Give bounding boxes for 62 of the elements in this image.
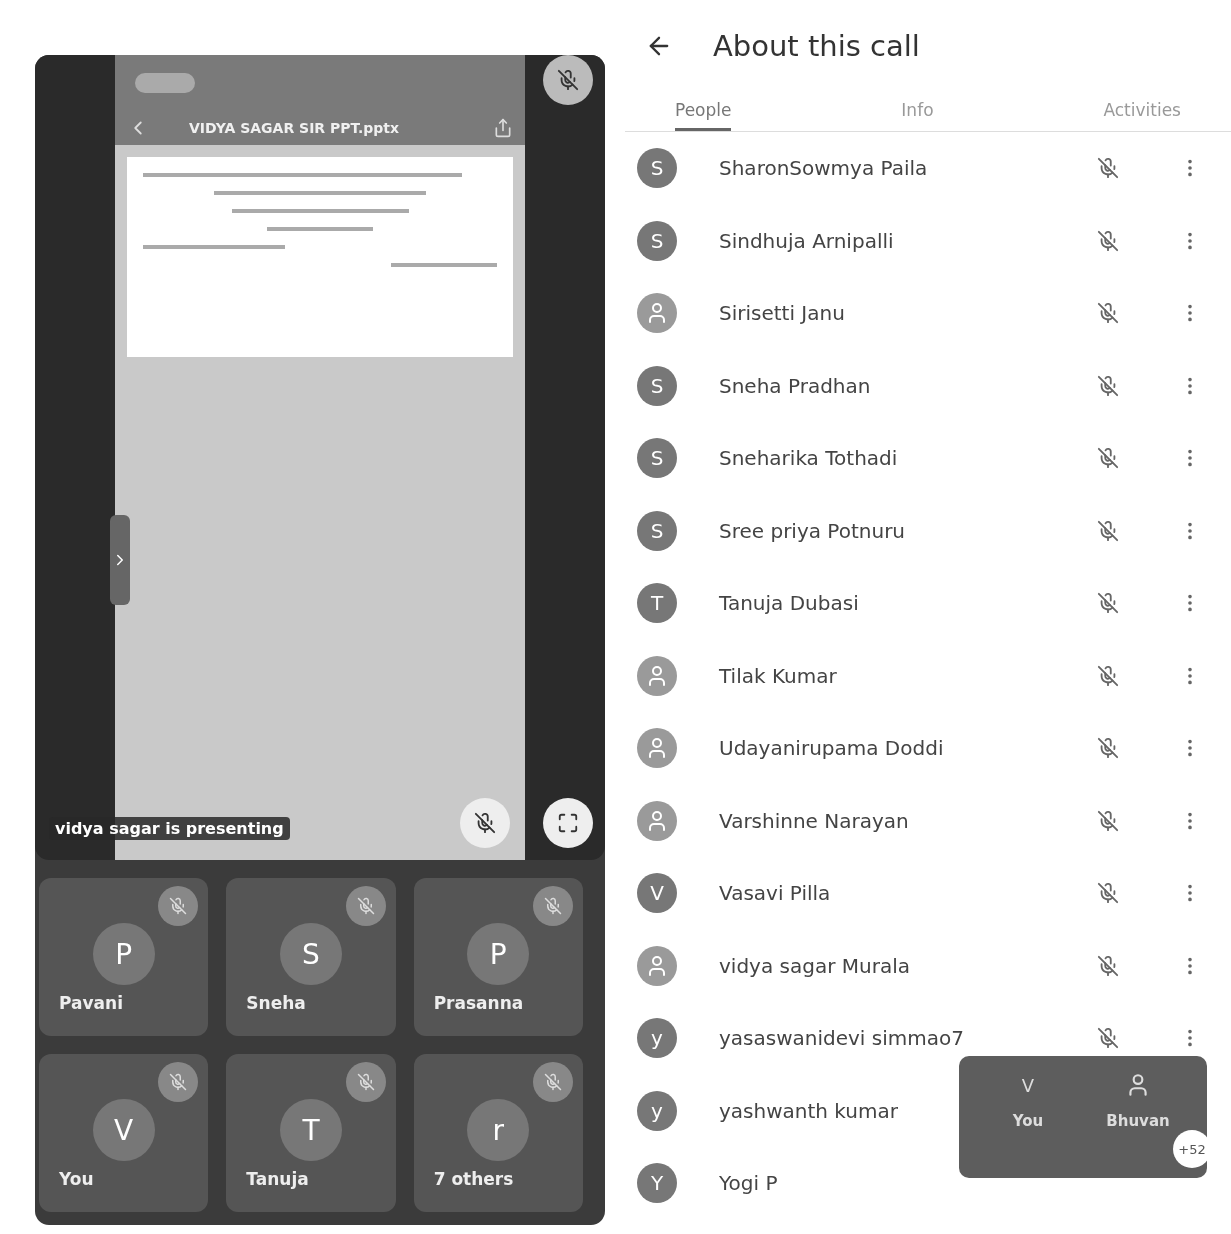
participant-name: Sneha	[246, 993, 306, 1013]
participant-name: Sirisetti Janu	[719, 301, 845, 326]
participant-name: Tilak Kumar	[719, 663, 837, 688]
avatar-initial: S	[637, 438, 677, 479]
avatar-initial: r	[467, 1099, 530, 1161]
participant-name: You	[59, 1169, 94, 1189]
mic-off-icon	[557, 69, 579, 91]
participant-tile[interactable]: r 7 others	[413, 1054, 583, 1212]
participant-name: Sneharika Tothadi	[719, 446, 898, 471]
time-pill	[135, 72, 195, 93]
participant-name: Yogi P	[719, 1171, 778, 1196]
share-icon[interactable]	[493, 117, 513, 138]
file-title: VIDYA SAGAR SIR PPT.pptx	[189, 119, 401, 136]
page-title: About this call	[713, 29, 920, 63]
participant-name: SharonSowmya Paila	[719, 156, 928, 181]
avatar-initial: T	[637, 583, 677, 624]
fullscreen-icon	[557, 812, 579, 834]
participant-tile[interactable]: T Tanuja	[226, 1054, 396, 1212]
participant-tile[interactable]: V You	[39, 1054, 209, 1212]
avatar-initial: V	[92, 1099, 155, 1161]
tab[interactable]: People	[675, 100, 732, 131]
avatar-initial: Y	[637, 1163, 677, 1204]
participant-tile[interactable]: S Sneha	[226, 878, 396, 1036]
fullscreen-button[interactable]	[543, 798, 593, 848]
participant-name: Sneha Pradhan	[719, 373, 871, 398]
participant-name: Udayanirupama Doddi	[719, 736, 944, 761]
mic-off-icon	[474, 812, 496, 834]
avatar-initial: y	[637, 1090, 677, 1131]
participant-name: yashwanth kumar	[719, 1098, 898, 1123]
participant-name: Tanuja Dubasi	[719, 591, 859, 616]
avatar-initial: S	[280, 923, 342, 985]
participant-name: You	[1012, 1112, 1044, 1130]
avatar-initial: P	[92, 923, 155, 985]
participant-name: Tanuja	[246, 1169, 309, 1189]
participant-name: Prasanna	[433, 993, 524, 1013]
participant-name: Sindhuja Arnipalli	[719, 228, 894, 253]
participant-name: 7 others	[433, 1169, 514, 1189]
avatar-photo	[637, 800, 677, 841]
mic-off-button[interactable]	[543, 55, 593, 105]
avatar-photo	[637, 728, 677, 769]
participant-name: Sree priya Potnuru	[719, 518, 906, 543]
avatar-initial: T	[280, 1099, 342, 1161]
floating-preview[interactable]: V You Bhuvan +52	[959, 1056, 1207, 1178]
participant-name: Bhuvan	[1106, 1112, 1170, 1130]
avatar-initial: V	[637, 873, 677, 914]
participant-tile[interactable]: P Prasanna	[413, 878, 583, 1036]
avatar-initial: P	[467, 923, 530, 985]
avatar-initial: S	[637, 510, 677, 551]
participant-tile[interactable]: P Pavani	[39, 878, 209, 1036]
participant-name: yasaswanidevi simmao7	[719, 1026, 964, 1051]
avatar-photo	[637, 945, 677, 986]
participant-name: vidya sagar Murala	[719, 953, 910, 978]
avatar-initial: S	[637, 365, 677, 406]
avatar-initial: S	[637, 148, 677, 189]
avatar-photo	[637, 293, 677, 334]
avatar-initial: V	[1021, 1073, 1035, 1098]
avatar-photo	[637, 655, 677, 696]
participant-name: Pavani	[59, 993, 123, 1013]
avatar-initial: S	[637, 220, 677, 261]
participant-name: Vasavi Pilla	[719, 881, 831, 906]
avatar-initial: y	[637, 1018, 677, 1059]
participant-name: Varshinne Narayan	[719, 808, 909, 833]
